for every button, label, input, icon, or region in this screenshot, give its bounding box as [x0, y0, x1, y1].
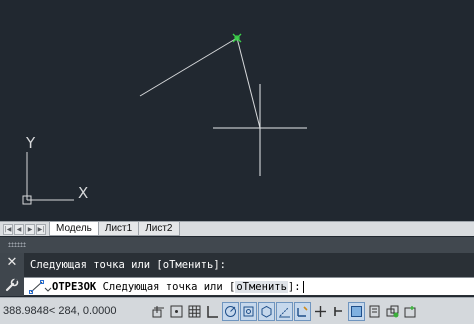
- command-prompt: Следующая точка или [: [96, 280, 236, 293]
- selection-cycling-toggle[interactable]: [384, 302, 401, 321]
- object-snap-toggle[interactable]: [240, 301, 257, 321]
- object-snap-icon: [243, 306, 254, 316]
- annotation-monitor-icon: [404, 305, 416, 317]
- last-layout-button[interactable]: ▶|: [36, 223, 46, 235]
- selection-cycling-icon: [386, 305, 399, 317]
- first-layout-button[interactable]: |◀: [3, 223, 13, 235]
- grid-icon: [188, 305, 201, 317]
- infer-constraints-toggle[interactable]: [150, 302, 167, 321]
- tab-layout2[interactable]: Лист2: [138, 222, 180, 236]
- quick-properties-toggle[interactable]: [366, 302, 383, 321]
- next-layout-button[interactable]: ▶: [25, 223, 35, 235]
- transparency-toggle[interactable]: [348, 301, 365, 321]
- lineweight-toggle[interactable]: [330, 302, 347, 321]
- ucs-axis-x-label: X: [78, 184, 88, 202]
- polar-tracking-toggle[interactable]: [222, 301, 239, 321]
- line-segment[interactable]: [139, 37, 238, 97]
- command-history-line: Следующая точка или [оТменить]:: [30, 259, 226, 271]
- command-input-line[interactable]: ОТРЕЗОК Следующая точка или [ оТменить ]…: [24, 277, 474, 295]
- coordinate-readout[interactable]: 388.9848< 284, 0.0000: [0, 305, 150, 317]
- object-snap-tracking-toggle[interactable]: [276, 301, 293, 321]
- tab-bar-empty-area: [180, 222, 474, 236]
- grip-dots: [8, 242, 26, 247]
- command-panel-grip[interactable]: [0, 237, 474, 253]
- command-name: ОТРЕЗОК: [52, 280, 97, 293]
- command-prompt-end: ]:: [287, 280, 301, 293]
- quick-properties-icon: [369, 305, 380, 317]
- lineweight-icon: [334, 306, 342, 316]
- ortho-icon: [207, 305, 218, 318]
- tab-model[interactable]: Модель: [49, 222, 99, 236]
- tab-layout1[interactable]: Лист1: [97, 222, 140, 236]
- ortho-toggle[interactable]: [204, 302, 221, 321]
- infer-constraints-icon: [152, 305, 164, 317]
- snap-toggle[interactable]: [168, 302, 185, 321]
- transparency-icon: [351, 305, 362, 317]
- 3d-object-snap-icon: [261, 305, 272, 318]
- 3d-object-snap-toggle[interactable]: [258, 301, 275, 321]
- crosshair-cursor: [213, 84, 307, 176]
- layout-tab-bar: |◀ ◀ ▶ ▶| Модель Лист1 Лист2: [0, 221, 474, 236]
- command-line-panel: ✕ Следующая точка или [оТменить]: ОТРЕЗО…: [0, 237, 474, 296]
- snap-icon: [170, 305, 183, 317]
- previous-layout-button[interactable]: ◀: [14, 223, 24, 235]
- endpoint-snap-marker: [232, 33, 242, 43]
- dynamic-input-icon: [315, 305, 326, 317]
- ucs-icon: [22, 152, 74, 205]
- line-command-icon[interactable]: [28, 279, 52, 295]
- close-icon[interactable]: ✕: [5, 256, 19, 270]
- drawing-area[interactable]: X Y: [0, 0, 474, 221]
- polar-tracking-icon: [225, 305, 236, 317]
- wrench-icon[interactable]: [5, 277, 19, 292]
- annotation-monitor-toggle[interactable]: [402, 302, 419, 321]
- object-snap-tracking-icon: [279, 307, 290, 317]
- dynamic-input-toggle[interactable]: [312, 302, 329, 321]
- ucs-axis-y-label: Y: [25, 134, 36, 152]
- command-panel-side: ✕: [0, 253, 24, 296]
- command-option-undo[interactable]: оТменить: [235, 280, 288, 293]
- grid-toggle[interactable]: [186, 302, 203, 321]
- rubber-band-segment: [236, 37, 261, 129]
- status-bar: 388.9848< 284, 0.0000: [0, 297, 474, 324]
- dynamic-ucs-icon: [297, 305, 308, 317]
- drafting-toggles: [150, 301, 420, 321]
- text-caret: [302, 280, 304, 293]
- drawing-canvas[interactable]: X Y: [0, 0, 474, 221]
- dynamic-ucs-toggle[interactable]: [294, 301, 311, 321]
